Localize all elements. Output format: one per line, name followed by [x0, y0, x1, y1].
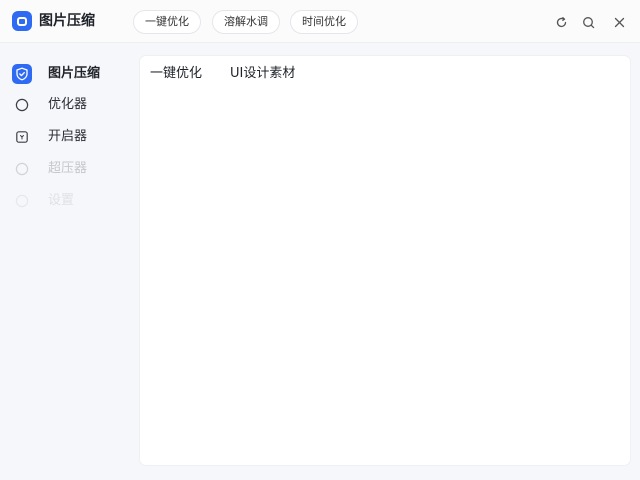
tab-one-click-optimize[interactable]: 一键优化: [150, 65, 202, 83]
file-icon: [12, 127, 32, 147]
title-bar: 图片压缩 一键优化 溶解水调 时间优化: [0, 0, 640, 43]
search-icon: [582, 16, 594, 28]
sidebar-item-3[interactable]: 开启器: [0, 123, 132, 151]
sidebar: 图片压缩 优化器 开启器 超压器 设置: [0, 44, 132, 480]
sidebar-item-image-compress[interactable]: 图片压缩: [0, 60, 132, 88]
sidebar-item-label: 图片压缩: [48, 66, 101, 81]
search-button[interactable]: [578, 12, 598, 32]
sidebar-item-label: 优化器: [48, 97, 88, 112]
sidebar-item-label: 超压器: [48, 161, 88, 176]
toolbar-pill-2[interactable]: 溶解水调: [212, 10, 280, 34]
circle-icon: [12, 191, 32, 211]
main-panel: 一键优化 UI设计素材: [140, 56, 630, 465]
sidebar-item-5[interactable]: 设置: [0, 187, 132, 215]
close-icon: [614, 17, 624, 27]
toolbar-pill-3[interactable]: 时间优化: [290, 10, 358, 34]
circle-icon: [12, 95, 32, 115]
toolbar-pill-one-click-optimize[interactable]: 一键优化: [133, 10, 201, 34]
sidebar-item-2[interactable]: 优化器: [0, 91, 132, 119]
shield-icon: [12, 64, 32, 84]
sidebar-item-4[interactable]: 超压器: [0, 155, 132, 183]
tab-ui-design-assets[interactable]: UI设计素材: [230, 65, 295, 83]
close-button[interactable]: [609, 12, 629, 32]
sidebar-item-label: 设置: [48, 193, 75, 208]
refresh-icon: [556, 16, 566, 27]
app-title: 图片压缩: [39, 13, 95, 29]
sidebar-item-label: 开启器: [48, 129, 88, 144]
refresh-button[interactable]: [551, 12, 571, 32]
app-logo-icon: [12, 11, 32, 31]
circle-icon: [12, 159, 32, 179]
